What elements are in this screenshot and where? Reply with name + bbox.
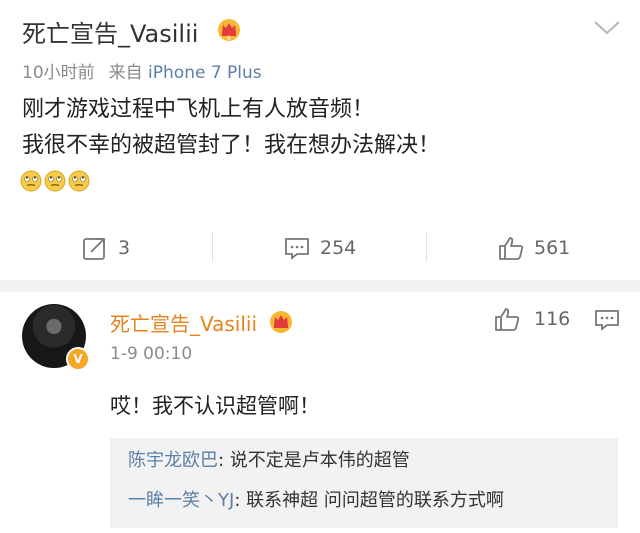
post-username[interactable]: 死亡宣告_Vasilii [22,14,198,49]
eye-roll-emoji-icon [20,170,42,192]
reply-text: 联系神超 问问超管的联系方式啊 [246,490,504,511]
comment-button[interactable]: 254 [284,226,356,270]
reply-author[interactable]: 一眸一笑丶YJ [128,490,234,511]
post-action-bar: 3 254 561 [0,226,640,270]
like-count: 561 [534,237,571,259]
post-line: 刚才游戏过程中飞机上有人放音频！ [22,97,375,122]
post-time: 10小时前 [22,63,95,83]
reply-item[interactable]: 陈宇龙欧巴: 说不定是卢本伟的超管 [128,446,410,472]
comment-time: 1-9 00:10 [110,344,193,364]
repost-button[interactable]: 3 [82,226,130,270]
source-prefix: 来自 [108,63,143,83]
crown-badge-icon[interactable] [268,308,294,334]
emoji-row [20,170,92,196]
reply-separator: : [234,490,247,511]
reply-separator: : [218,450,230,471]
comment-count: 254 [320,237,357,259]
post-source[interactable]: iPhone 7 Plus [148,63,262,83]
comment-item: V 死亡宣告_Vasilii 1-9 00:10 116 哎！我不认识超管啊！ … [0,292,640,533]
action-divider [212,232,213,262]
comment-icon [285,238,309,260]
action-divider [426,232,427,262]
eye-roll-emoji-icon [68,170,90,192]
chevron-down-icon[interactable] [592,18,622,38]
repost-count: 3 [118,237,131,259]
comment-like-count: 116 [534,308,571,330]
eye-roll-emoji-icon [44,170,66,192]
repost-icon [83,238,105,260]
reply-author[interactable]: 陈宇龙欧巴 [128,450,218,471]
comment-like-icon[interactable] [494,306,520,332]
reply-text: 说不定是卢本伟的超管 [229,450,410,471]
thumbs-up-icon [499,237,524,260]
post-meta: 10小时前 来自 iPhone 7 Plus [22,58,262,83]
reply-list[interactable]: 陈宇龙欧巴: 说不定是卢本伟的超管 一眸一笑丶YJ: 联系神超 问问超管的联系方… [110,438,618,528]
verified-v-icon: V [66,347,90,371]
weibo-post: 死亡宣告_Vasilii 6 10小时前 来自 iPhone 7 Plus 刚才游… [0,0,640,280]
reply-item[interactable]: 一眸一笑丶YJ: 联系神超 问问超管的联系方式啊 [128,486,504,512]
post-line: 我很不幸的被超管封了！我在想办法解决！ [22,133,441,158]
like-button[interactable]: 561 [498,226,570,270]
commenter-username[interactable]: 死亡宣告_Vasilii [110,308,257,337]
reply-icon[interactable] [594,308,620,332]
comment-text: 哎！我不认识超管啊！ [110,394,320,418]
crown-badge-icon[interactable]: 6 [216,16,242,42]
post-content: 刚才游戏过程中飞机上有人放音频！ 我很不幸的被超管封了！我在想办法解决！ [22,92,440,164]
